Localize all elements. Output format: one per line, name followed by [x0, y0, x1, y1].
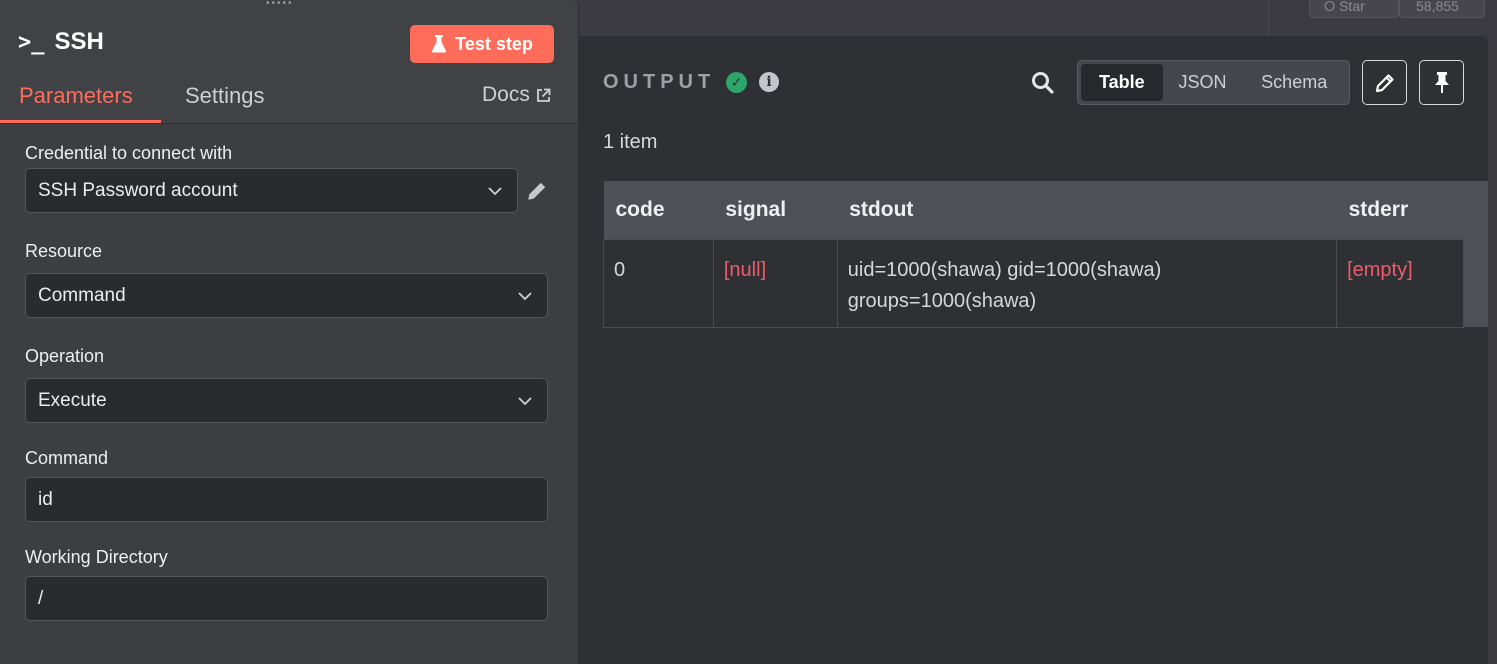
table-scrollbar[interactable] — [1463, 239, 1488, 327]
test-step-button[interactable]: Test step — [410, 25, 554, 63]
column-header-stderr[interactable]: stderr — [1336, 181, 1464, 239]
chevron-down-icon — [518, 397, 532, 406]
github-icon: ⭘ — [1324, 0, 1340, 14]
chevron-down-icon — [518, 292, 532, 301]
view-schema-option[interactable]: Schema — [1242, 64, 1346, 101]
cell-stdout[interactable]: uid=1000(shawa) gid=1000(shawa) groups=1… — [836, 238, 1338, 328]
pin-data-button[interactable] — [1419, 60, 1464, 105]
docs-label: Docs — [482, 83, 530, 106]
node-tabs: Parameters Settings Docs — [0, 82, 578, 124]
view-table-option[interactable]: Table — [1081, 64, 1163, 101]
external-link-icon — [536, 88, 551, 102]
command-label: Command — [25, 448, 109, 468]
operation-value: Execute — [38, 390, 107, 411]
resource-value: Command — [38, 285, 126, 306]
info-icon[interactable]: i — [759, 72, 779, 92]
item-count: 1 item — [603, 131, 658, 153]
table-scroll-gutter — [1463, 181, 1488, 239]
github-star-count[interactable]: 58,855 — [1399, 0, 1485, 18]
search-icon[interactable] — [1030, 70, 1056, 96]
stdout-line: groups=1000(shawa) — [847, 289, 1037, 312]
node-parameters-panel: ••••• >_ SSH Test step Parameters Settin… — [0, 0, 579, 664]
docs-link[interactable]: Docs — [482, 83, 551, 107]
table-header-row: code signal stdout stderr — [603, 181, 1488, 239]
success-check-icon: ✓ — [726, 72, 747, 93]
edit-output-button[interactable] — [1362, 60, 1407, 105]
resource-label: Resource — [25, 241, 103, 261]
output-panel: OUTPUT ✓ i Table JSON Schema 1 item code… — [560, 36, 1488, 664]
top-bar: ⭘ Star 58,855 — [578, 0, 1497, 36]
terminal-icon: >_ — [18, 29, 45, 55]
view-json-option[interactable]: JSON — [1163, 64, 1243, 101]
test-step-label: Test step — [455, 33, 533, 54]
star-label: Star — [1339, 0, 1365, 14]
cell-signal[interactable]: [null] — [712, 238, 838, 328]
chevron-down-icon — [488, 187, 502, 196]
pencil-icon — [1375, 73, 1394, 92]
stdout-line: uid=1000(shawa) gid=1000(shawa) — [847, 258, 1162, 281]
resource-select[interactable]: Command — [25, 273, 548, 318]
github-star-button[interactable]: ⭘ Star — [1309, 0, 1399, 18]
working-directory-input[interactable]: / — [25, 576, 548, 621]
credential-select[interactable]: SSH Password account — [25, 168, 518, 213]
column-header-signal[interactable]: signal — [713, 181, 838, 239]
credential-label: Credential to connect with — [25, 143, 233, 163]
output-title: OUTPUT — [603, 71, 716, 93]
operation-select[interactable]: Execute — [25, 378, 548, 423]
output-table: code signal stdout stderr 0 [null] uid=1… — [603, 181, 1488, 328]
node-title[interactable]: SSH — [55, 28, 104, 56]
table-row: 0 [null] uid=1000(shawa) gid=1000(shawa)… — [603, 238, 1488, 328]
edit-credential-icon[interactable] — [525, 179, 549, 203]
drag-handle[interactable]: ••••• — [266, 0, 294, 9]
node-header: >_ SSH — [18, 28, 104, 56]
cell-stderr[interactable]: [empty] — [1336, 238, 1464, 328]
operation-label: Operation — [25, 346, 105, 366]
credential-value: SSH Password account — [38, 180, 238, 201]
tab-parameters[interactable]: Parameters — [19, 83, 133, 109]
cell-code[interactable]: 0 — [603, 238, 714, 328]
view-mode-toggle: Table JSON Schema — [1077, 60, 1350, 105]
column-header-code[interactable]: code — [603, 181, 714, 239]
active-tab-indicator — [0, 120, 161, 123]
top-bar-divider — [1268, 0, 1269, 36]
command-input[interactable]: id — [25, 477, 548, 522]
working-directory-label: Working Directory — [25, 547, 168, 567]
tab-settings[interactable]: Settings — [185, 83, 265, 109]
column-header-stdout[interactable]: stdout — [837, 181, 1337, 239]
parameters-form: Credential to connect with SSH Password … — [0, 124, 578, 664]
pin-icon — [1434, 71, 1449, 93]
flask-icon — [432, 35, 447, 53]
